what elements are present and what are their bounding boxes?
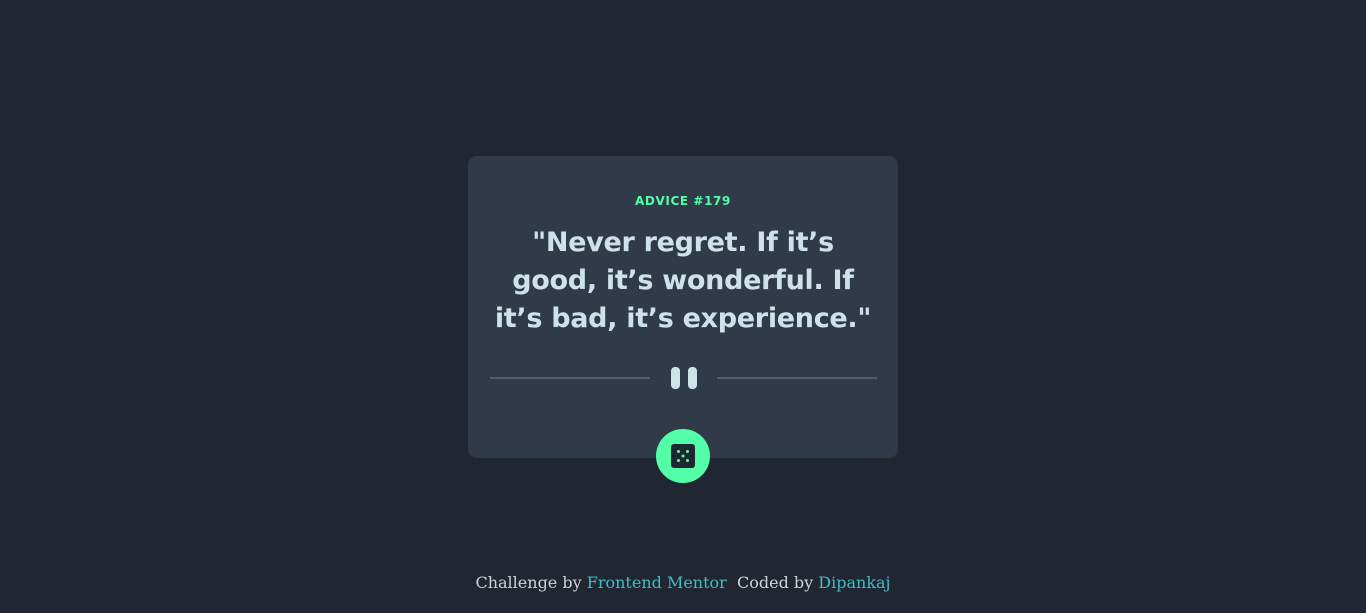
advice-id-label: ADVICE #179 (635, 194, 731, 208)
divider-line-right (717, 377, 877, 379)
advice-card: ADVICE #179 "Never regret. If it’s good,… (468, 156, 898, 458)
dice-icon (671, 444, 695, 468)
attribution: Challenge by Frontend Mentor Coded by Di… (0, 572, 1366, 594)
advice-text: "Never regret. If it’s good, it’s wonder… (494, 227, 872, 334)
attribution-challenge-prefix: Challenge by (475, 573, 587, 592)
author-link[interactable]: Dipankaj (818, 573, 890, 592)
pause-bar-right (688, 367, 697, 389)
pattern-divider (490, 366, 877, 390)
pause-bar-left (671, 367, 680, 389)
attribution-coded-prefix: Coded by (726, 573, 819, 592)
frontend-mentor-link[interactable]: Frontend Mentor (587, 573, 727, 592)
divider-line-left (490, 377, 650, 379)
new-advice-button[interactable] (656, 429, 710, 483)
